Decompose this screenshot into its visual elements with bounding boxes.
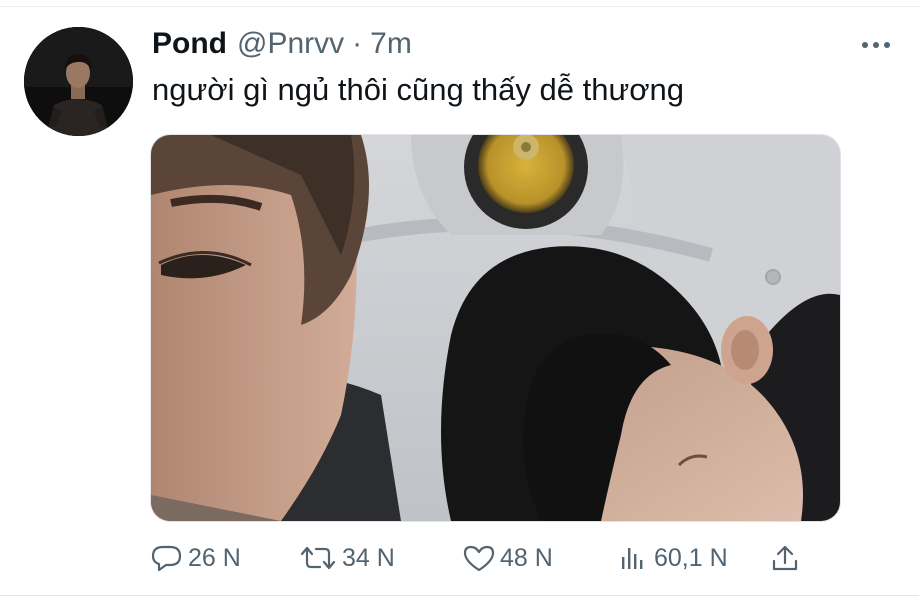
like-button[interactable]: 48 N — [462, 538, 553, 578]
reply-button[interactable]: 26 N — [150, 538, 241, 578]
tweet-text: người gì ngủ thôi cũng thấy dễ thương — [152, 72, 685, 107]
more-horizontal-icon — [862, 42, 890, 48]
share-upload-icon — [772, 545, 798, 571]
heart-outline-icon — [463, 545, 495, 572]
tweet-photo — [151, 135, 840, 521]
speech-bubble-icon — [151, 545, 182, 572]
retweet-arrows-icon — [300, 546, 336, 570]
avatar[interactable] — [24, 27, 133, 136]
author-name[interactable]: Pond — [152, 27, 227, 61]
top-divider — [0, 6, 919, 7]
tweet-card[interactable]: Pond @Pnrvv · 7m người gì ngủ thôi cũng … — [0, 0, 919, 600]
reply-count: 26 N — [188, 543, 241, 572]
views-count: 60,1 N — [654, 543, 728, 572]
bottom-divider — [0, 595, 919, 596]
tweet-header: Pond @Pnrvv · 7m — [152, 27, 412, 67]
retweet-button[interactable]: 34 N — [298, 538, 395, 578]
bar-chart-icon — [622, 548, 643, 569]
like-count: 48 N — [500, 543, 553, 572]
author-handle[interactable]: @Pnrvv — [237, 27, 344, 61]
action-bar: 26 N 34 N 48 N 60,1 N — [150, 538, 850, 578]
avatar-image — [24, 27, 133, 136]
more-options-button[interactable] — [858, 30, 894, 60]
retweet-count: 34 N — [342, 543, 395, 572]
header-separator: · — [352, 27, 363, 60]
tweet-media[interactable] — [150, 134, 841, 522]
share-button[interactable] — [768, 538, 802, 578]
views-button[interactable]: 60,1 N — [616, 538, 728, 578]
tweet-timestamp[interactable]: 7m — [370, 27, 412, 61]
